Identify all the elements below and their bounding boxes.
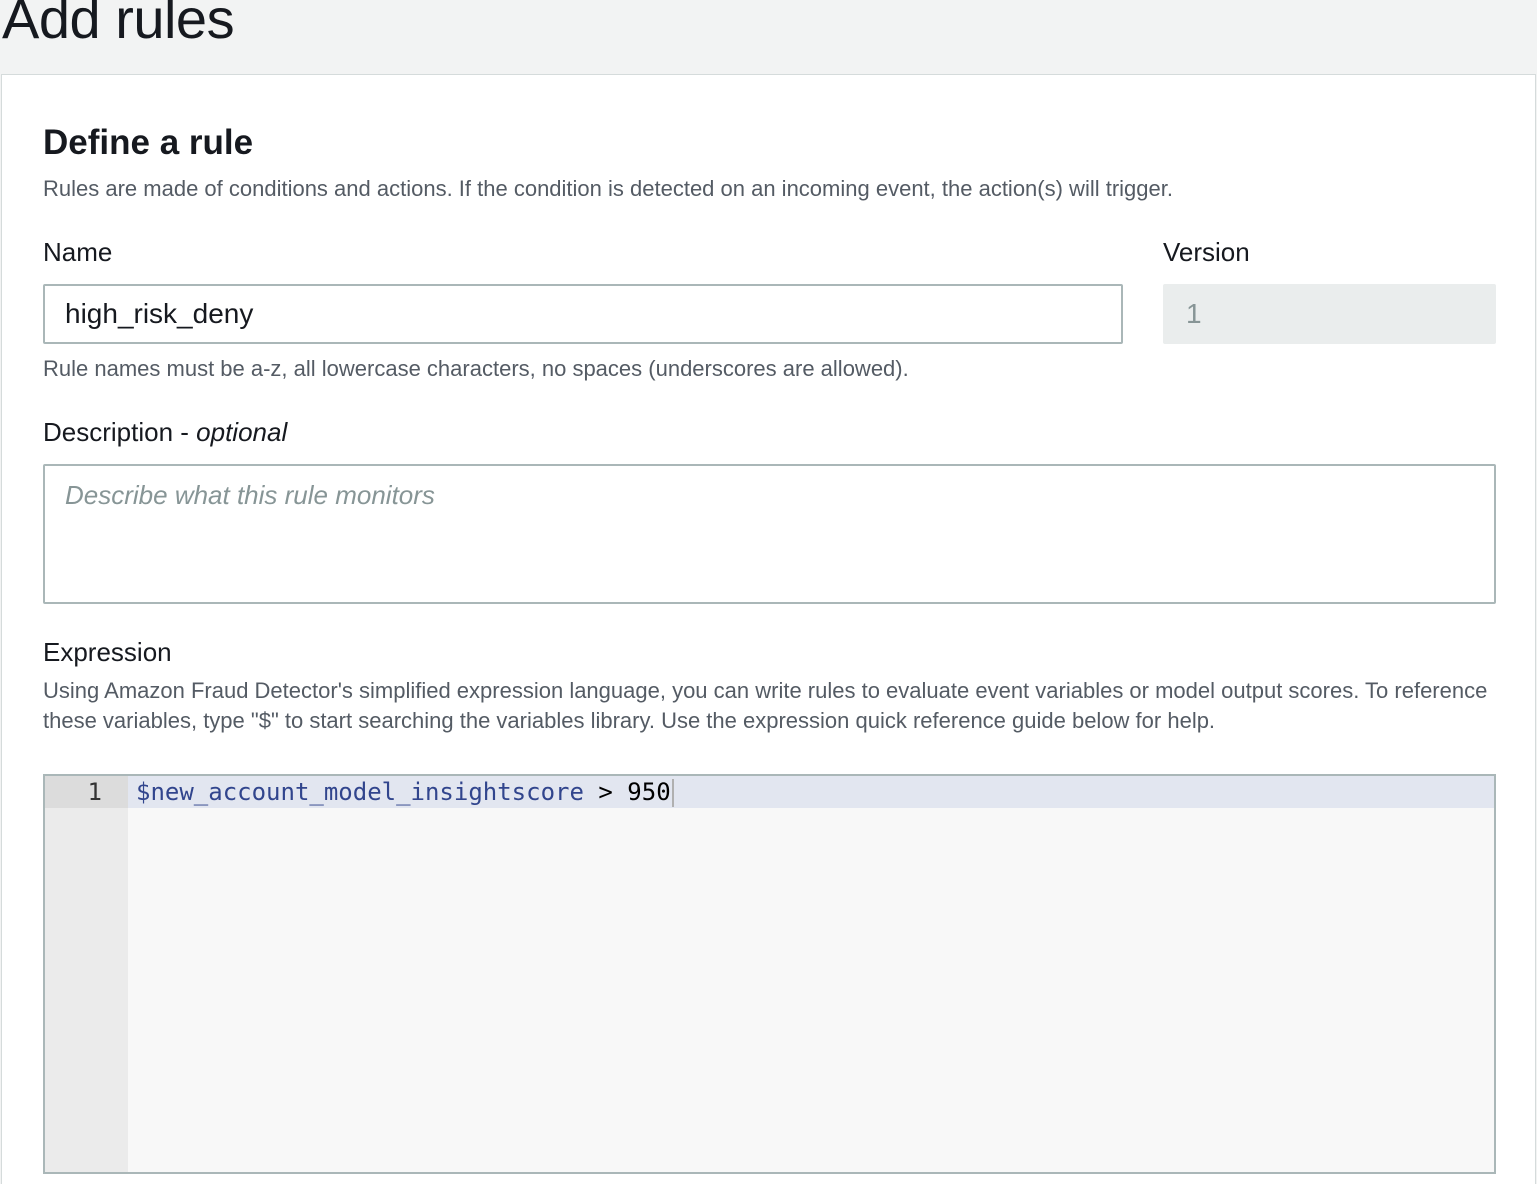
name-label: Name [43, 237, 113, 267]
name-input-value: high_risk_deny [65, 298, 254, 329]
version-label: Version [1163, 237, 1250, 267]
expression-description: Using Amazon Fraud Detector's simplified… [43, 678, 1488, 733]
page-header: Add rules [0, 0, 1537, 74]
page-title: Add rules [2, 0, 235, 50]
expression-editor[interactable]: 1 $new_account_model_insightscore > 950 [43, 774, 1496, 1174]
name-hint: Rule names must be a-z, all lowercase ch… [43, 356, 909, 381]
line-number: 1 [87, 778, 102, 806]
code-value: 950 [627, 778, 671, 806]
description-textarea[interactable]: Describe what this rule monitors [43, 464, 1496, 604]
description-placeholder: Describe what this rule monitors [65, 480, 435, 510]
code-variable: $new_account_model_insightscore [136, 778, 584, 806]
version-input-value: 1 [1186, 298, 1202, 329]
expression-label: Expression [43, 637, 172, 667]
description-label-optional: optional [196, 417, 288, 447]
define-rule-panel: Define a rule Rules are made of conditio… [1, 74, 1536, 1184]
description-label: Description - optional [43, 417, 287, 448]
name-input[interactable]: high_risk_deny [43, 284, 1123, 344]
text-cursor [671, 779, 674, 807]
expression-code-line[interactable]: $new_account_model_insightscore > 950 [136, 776, 674, 808]
code-operator: > [583, 778, 628, 806]
version-input: 1 [1163, 284, 1496, 344]
section-title: Define a rule [43, 123, 254, 162]
description-label-text: Description - [43, 417, 197, 447]
section-description: Rules are made of conditions and actions… [43, 176, 1173, 201]
editor-gutter [45, 776, 128, 1172]
